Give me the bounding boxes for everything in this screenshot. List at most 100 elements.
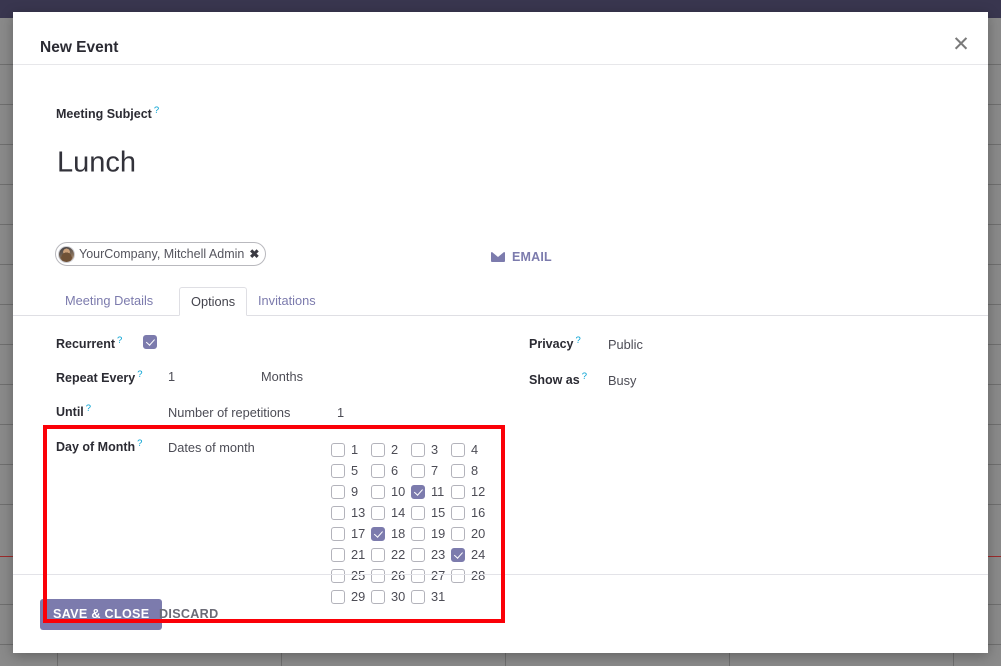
privacy-label-text: Privacy — [529, 337, 574, 352]
day-option-9[interactable]: 9 — [331, 484, 371, 499]
help-icon[interactable]: ? — [137, 438, 142, 449]
recurrent-label: Recurrent? — [56, 335, 122, 351]
day-number-label: 17 — [351, 526, 366, 541]
day-option-16[interactable]: 16 — [451, 505, 491, 520]
day-option-17[interactable]: 17 — [331, 526, 371, 541]
help-icon[interactable]: ? — [117, 335, 122, 346]
day-number-label: 16 — [471, 505, 486, 520]
day-checkbox-15[interactable] — [411, 505, 425, 520]
envelope-icon — [491, 252, 505, 262]
day-checkbox-1[interactable] — [331, 442, 345, 457]
meeting-subject-input[interactable]: Lunch — [57, 147, 136, 180]
remove-attendee-icon[interactable]: ✖ — [249, 247, 259, 261]
day-option-2[interactable]: 2 — [371, 442, 411, 457]
day-checkbox-22[interactable] — [371, 547, 385, 562]
new-event-dialog: New Event ✕ Meeting Subject? Lunch YourC… — [13, 12, 988, 653]
help-icon[interactable]: ? — [154, 105, 159, 116]
day-number-label: 2 — [391, 442, 399, 457]
day-checkbox-11[interactable] — [411, 484, 425, 499]
privacy-select[interactable]: Public — [608, 337, 643, 352]
day-option-24[interactable]: 24 — [451, 547, 491, 562]
day-checkbox-17[interactable] — [331, 526, 345, 541]
attendee-tag[interactable]: YourCompany, Mitchell Admin ✖ — [55, 242, 267, 266]
email-button[interactable]: EMAIL — [491, 250, 552, 264]
day-checkbox-12[interactable] — [451, 484, 465, 499]
day-option-5[interactable]: 5 — [331, 463, 371, 478]
day-number-label: 9 — [351, 484, 359, 499]
email-button-label: EMAIL — [512, 250, 552, 264]
privacy-label: Privacy? — [529, 335, 581, 351]
day-checkbox-23[interactable] — [411, 547, 425, 562]
help-icon[interactable]: ? — [582, 371, 587, 382]
day-checkbox-13[interactable] — [331, 505, 345, 520]
dialog-footer: SAVE & CLOSE DISCARD — [13, 574, 988, 653]
repeat-every-label: Repeat Every? — [56, 369, 143, 385]
day-option-23[interactable]: 23 — [411, 547, 451, 562]
day-checkbox-19[interactable] — [411, 526, 425, 541]
day-option-1[interactable]: 1 — [331, 442, 371, 457]
tab-options[interactable]: Options — [179, 287, 248, 316]
day-checkbox-9[interactable] — [331, 484, 345, 499]
day-number-label: 1 — [351, 442, 359, 457]
day-option-10[interactable]: 10 — [371, 484, 411, 499]
day-row: 5 6 7 8 — [331, 460, 503, 481]
close-icon[interactable]: ✕ — [946, 30, 976, 60]
day-number-label: 4 — [471, 442, 479, 457]
day-option-18[interactable]: 18 — [371, 526, 411, 541]
day-number-label: 15 — [431, 505, 446, 520]
day-checkbox-21[interactable] — [331, 547, 345, 562]
tab-invitations[interactable]: Invitations — [258, 287, 316, 315]
repeat-unit-select[interactable]: Months — [261, 369, 303, 384]
help-icon[interactable]: ? — [137, 369, 142, 380]
attendee-name: YourCompany, Mitchell Admin — [79, 247, 245, 261]
day-option-11[interactable]: 11 — [411, 484, 451, 499]
day-option-13[interactable]: 13 — [331, 505, 371, 520]
dialog-title: New Event — [40, 39, 119, 56]
day-row: 9 10 11 12 — [331, 481, 503, 502]
day-checkbox-8[interactable] — [451, 463, 465, 478]
help-icon[interactable]: ? — [575, 335, 580, 346]
show-as-label-text: Show as — [529, 373, 580, 388]
recurrent-checkbox[interactable] — [143, 335, 157, 349]
help-icon[interactable]: ? — [86, 403, 91, 414]
day-option-8[interactable]: 8 — [451, 463, 491, 478]
day-checkbox-20[interactable] — [451, 526, 465, 541]
repetitions-input[interactable]: 1 — [337, 405, 344, 420]
day-option-19[interactable]: 19 — [411, 526, 451, 541]
day-checkbox-16[interactable] — [451, 505, 465, 520]
day-checkbox-2[interactable] — [371, 442, 385, 457]
day-checkbox-7[interactable] — [411, 463, 425, 478]
day-checkbox-24[interactable] — [451, 547, 465, 562]
day-checkbox-3[interactable] — [411, 442, 425, 457]
save-and-close-button[interactable]: SAVE & CLOSE — [40, 599, 163, 630]
day-option-6[interactable]: 6 — [371, 463, 411, 478]
day-option-15[interactable]: 15 — [411, 505, 451, 520]
day-option-21[interactable]: 21 — [331, 547, 371, 562]
show-as-select[interactable]: Busy — [608, 373, 636, 388]
day-checkbox-6[interactable] — [371, 463, 385, 478]
day-option-20[interactable]: 20 — [451, 526, 491, 541]
day-option-22[interactable]: 22 — [371, 547, 411, 562]
day-option-3[interactable]: 3 — [411, 442, 451, 457]
day-number-label: 3 — [431, 442, 439, 457]
discard-button[interactable]: DISCARD — [159, 599, 218, 630]
day-checkbox-14[interactable] — [371, 505, 385, 520]
day-checkbox-10[interactable] — [371, 484, 385, 499]
day-row: 13 14 15 16 — [331, 502, 503, 523]
day-number-label: 19 — [431, 526, 446, 541]
day-of-month-mode-select[interactable]: Dates of month — [168, 440, 255, 455]
tab-meeting-details[interactable]: Meeting Details — [65, 287, 153, 315]
day-checkbox-5[interactable] — [331, 463, 345, 478]
day-option-14[interactable]: 14 — [371, 505, 411, 520]
repeat-interval-input[interactable]: 1 — [168, 369, 175, 384]
day-checkbox-18[interactable] — [371, 526, 385, 541]
meeting-subject-label-text: Meeting Subject — [56, 107, 152, 122]
day-checkbox-4[interactable] — [451, 442, 465, 457]
until-mode-select[interactable]: Number of repetitions — [168, 405, 290, 420]
show-as-label: Show as? — [529, 371, 587, 387]
day-number-label: 8 — [471, 463, 479, 478]
day-option-12[interactable]: 12 — [451, 484, 491, 499]
day-option-4[interactable]: 4 — [451, 442, 491, 457]
avatar — [58, 245, 75, 263]
day-option-7[interactable]: 7 — [411, 463, 451, 478]
